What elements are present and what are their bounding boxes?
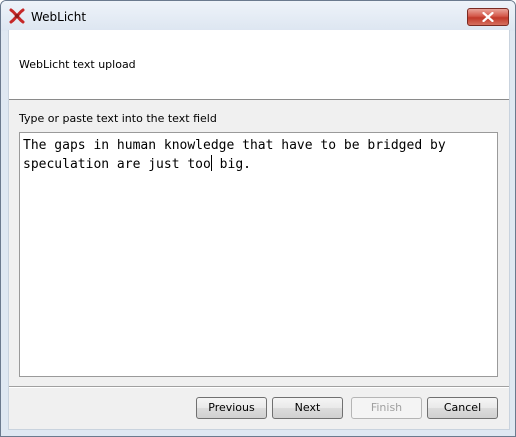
text-content-after-caret: big. — [211, 157, 251, 172]
next-button[interactable]: Next — [272, 397, 343, 419]
text-input-area[interactable]: The gaps in human knowledge that have to… — [19, 132, 498, 377]
close-icon — [482, 12, 494, 22]
cancel-button[interactable]: Cancel — [427, 397, 498, 419]
weblicht-logo-icon — [9, 8, 25, 24]
window-title: WebLicht — [31, 10, 87, 24]
dialog-window: WebLicht WebLicht text upload Type or pa… — [0, 0, 516, 437]
dialog-content: WebLicht text upload Type or paste text … — [8, 30, 510, 430]
finish-button: Finish — [351, 397, 422, 419]
previous-button[interactable]: Previous — [196, 397, 267, 419]
wizard-header: WebLicht text upload — [9, 30, 509, 100]
close-button[interactable] — [467, 8, 509, 26]
instruction-label: Type or paste text into the text field — [19, 112, 217, 125]
title-bar[interactable]: WebLicht — [1, 1, 515, 31]
footer-separator — [9, 386, 509, 388]
wizard-header-title: WebLicht text upload — [19, 58, 136, 71]
